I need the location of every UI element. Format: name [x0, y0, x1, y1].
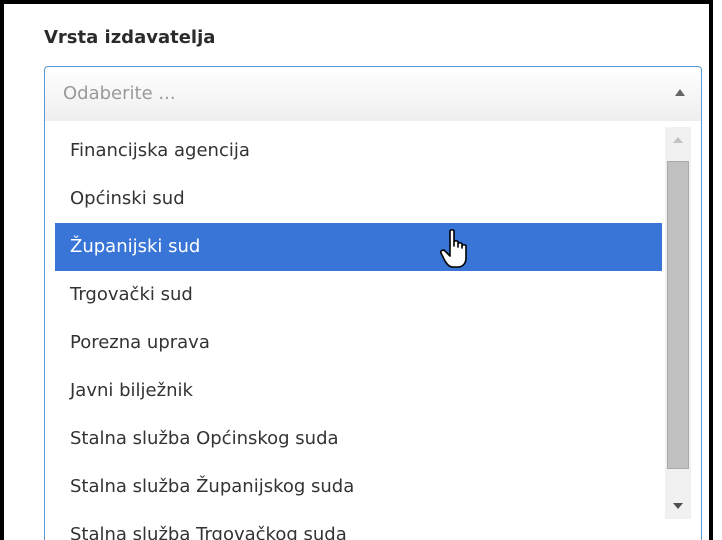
options-list: Financijska agencija Općinski sud Župani… [55, 127, 662, 540]
scrollbar-thumb[interactable] [667, 161, 689, 469]
option-stalna-sluzba-trgovackog-suda[interactable]: Stalna služba Trgovačkog suda [55, 511, 662, 540]
scroll-up-arrow-icon[interactable] [665, 127, 691, 155]
hand-pointer-icon [440, 229, 467, 268]
chevron-up-icon[interactable] [675, 89, 685, 96]
option-javni-biljeznik[interactable]: Javni bilježnik [55, 367, 662, 415]
dropdown-list: Financijska agencija Općinski sud Župani… [44, 121, 702, 540]
scroll-down-arrow-icon[interactable] [665, 491, 691, 519]
option-trgovacki-sud[interactable]: Trgovački sud [55, 271, 662, 319]
option-stalna-sluzba-zupanijskog-suda[interactable]: Stalna služba Županijskog suda [55, 463, 662, 511]
field-label: Vrsta izdavatelja [44, 27, 216, 48]
issuer-type-select[interactable]: Odaberite ... [44, 66, 702, 122]
option-opcinski-sud[interactable]: Općinski sud [55, 175, 662, 223]
option-zupanijski-sud[interactable]: Županijski sud [55, 223, 662, 271]
option-stalna-sluzba-opcinskog-suda[interactable]: Stalna služba Općinskog suda [55, 415, 662, 463]
option-porezna-uprava[interactable]: Porezna uprava [55, 319, 662, 367]
option-financijska-agencija[interactable]: Financijska agencija [55, 127, 662, 175]
dropdown-scrollbar[interactable] [665, 127, 691, 519]
select-placeholder: Odaberite ... [63, 83, 176, 104]
